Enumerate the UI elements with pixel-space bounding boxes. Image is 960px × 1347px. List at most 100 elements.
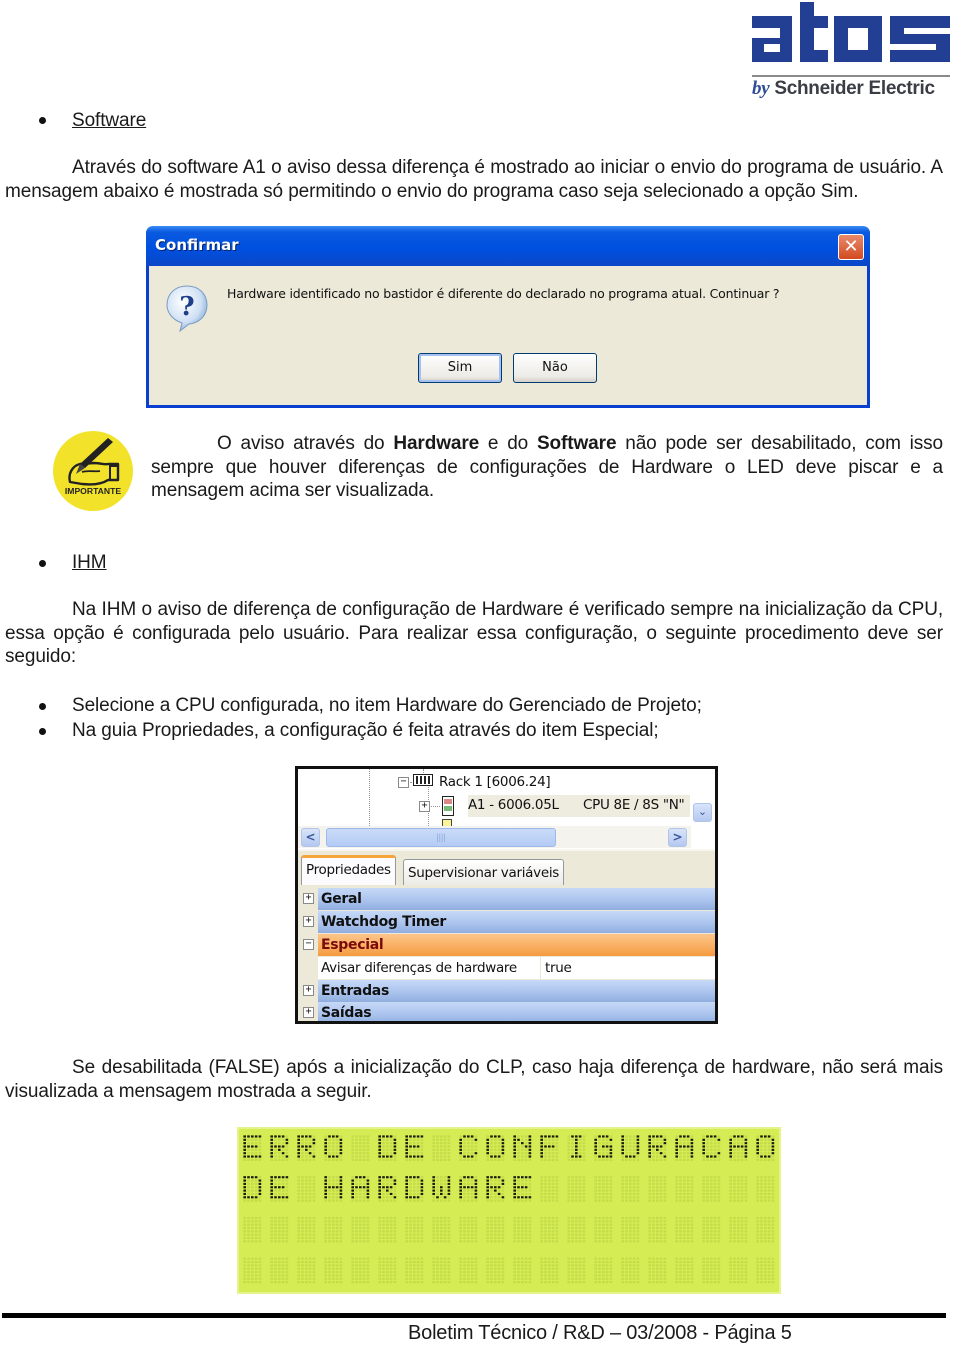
scroll-down-button[interactable]: ⌄ <box>693 803 712 822</box>
tree-item-rack[interactable]: Rack 1 [6006.24] <box>439 774 551 790</box>
logo-divider <box>752 75 950 77</box>
yes-button[interactable]: Sim <box>418 353 502 383</box>
lcd-char-cell <box>729 1257 748 1284</box>
group-label[interactable]: Saídas <box>318 1002 715 1021</box>
lcd-char-cell <box>756 1216 775 1243</box>
bullet-icon <box>39 560 46 567</box>
lcd-char-cell <box>297 1176 316 1202</box>
close-icon[interactable]: ✕ <box>838 234 864 260</box>
logo-subtitle: by Schneider Electric <box>752 78 935 100</box>
logo-by: by <box>752 78 770 99</box>
lcd-char-cell <box>540 1176 559 1202</box>
lcd-char-cell <box>675 1257 694 1284</box>
dialog-titlebar: Confirmar ✕ <box>146 226 870 266</box>
lcd-char-cell <box>270 1216 289 1243</box>
heading-text: Software <box>72 110 147 131</box>
lcd-char-cell <box>351 1257 370 1284</box>
lcd-char-cell <box>297 1257 316 1284</box>
lcd-char-cell <box>540 1257 559 1284</box>
lcd-char-cell <box>432 1135 451 1161</box>
lcd-char-cell <box>486 1135 505 1161</box>
confirm-dialog: Confirmar ✕ ? Hardware identificado no b… <box>146 226 870 408</box>
group-watchdog[interactable]: + Watchdog Timer <box>298 911 715 933</box>
collapse-icon[interactable]: − <box>398 777 409 788</box>
footer-rule <box>2 1313 946 1318</box>
expand-icon[interactable]: + <box>303 985 314 996</box>
tab-propriedades[interactable]: Propriedades <box>301 855 396 885</box>
tab-bar: Supervisionar variáveis Propriedades <box>298 849 715 885</box>
property-value[interactable]: true <box>540 957 572 979</box>
step-item: Na guia Propriedades, a configuração é f… <box>72 720 659 741</box>
scroll-left-button[interactable]: < <box>301 828 320 847</box>
lcd-char-cell <box>324 1176 343 1202</box>
bullet-icon <box>39 117 46 124</box>
no-button[interactable]: Não <box>513 353 597 383</box>
collapse-icon[interactable]: − <box>303 939 314 950</box>
logo-company: Schneider Electric <box>774 78 935 99</box>
lcd-char-cell <box>621 1135 640 1161</box>
lcd-char-cell <box>702 1216 721 1243</box>
lcd-char-cell <box>729 1176 748 1202</box>
lcd-char-cell <box>729 1216 748 1243</box>
horizontal-scrollbar[interactable]: < |||| > <box>298 826 691 848</box>
lcd-char-cell <box>324 1216 343 1243</box>
lcd-char-cell <box>324 1257 343 1284</box>
lcd-char-cell <box>486 1216 505 1243</box>
section-heading-ihm: IHM <box>72 551 107 575</box>
property-row[interactable]: Avisar diferenças de hardware true <box>298 957 715 979</box>
lcd-char-cell <box>297 1135 316 1161</box>
lcd-char-cell <box>702 1135 721 1161</box>
lcd-char-cell <box>567 1257 586 1284</box>
lcd-char-cell <box>351 1135 370 1161</box>
lcd-char-cell <box>756 1135 775 1161</box>
group-label[interactable]: Entradas <box>318 980 715 1002</box>
properties-grid: + Geral + Watchdog Timer − Especial Avis… <box>298 885 715 1021</box>
rack-icon <box>413 774 433 786</box>
heading-text: IHM <box>72 552 107 573</box>
lcd-char-cell <box>243 1257 262 1284</box>
tab-supervisionar[interactable]: Supervisionar variáveis <box>403 859 565 885</box>
lcd-char-cell <box>567 1216 586 1243</box>
group-label[interactable]: Watchdog Timer <box>318 911 715 933</box>
lcd-char-cell <box>648 1176 667 1202</box>
group-geral[interactable]: + Geral <box>298 888 715 910</box>
lcd-char-cell <box>270 1257 289 1284</box>
expand-icon[interactable]: + <box>303 1007 314 1018</box>
properties-screenshot: − Rack 1 [6006.24] + A1 - 6006.05L CPU 8… <box>295 766 718 1024</box>
scroll-right-button[interactable]: > <box>668 828 687 847</box>
group-saidas[interactable]: + Saídas <box>298 1002 715 1021</box>
lcd-char-cell <box>675 1135 694 1161</box>
scroll-thumb[interactable]: |||| <box>326 828 556 847</box>
group-especial[interactable]: − Especial <box>298 934 715 956</box>
lcd-char-cell <box>594 1176 613 1202</box>
note-bold-hardware: Hardware <box>393 433 480 454</box>
atos-logo <box>752 2 950 62</box>
expand-icon[interactable]: + <box>419 801 430 812</box>
expand-icon[interactable]: + <box>303 893 314 904</box>
group-label[interactable]: Geral <box>318 888 715 910</box>
lcd-char-cell <box>675 1216 694 1243</box>
lcd-char-cell <box>270 1135 289 1161</box>
lcd-char-cell <box>756 1257 775 1284</box>
project-tree: − Rack 1 [6006.24] + A1 - 6006.05L CPU 8… <box>298 769 715 849</box>
lcd-char-cell <box>432 1216 451 1243</box>
important-label: IMPORTANTE <box>65 486 121 496</box>
lcd-char-cell <box>405 1257 424 1284</box>
group-label[interactable]: Especial <box>318 934 715 956</box>
group-entradas[interactable]: + Entradas <box>298 980 715 1002</box>
lcd-char-cell <box>621 1176 640 1202</box>
lcd-char-cell <box>243 1135 262 1161</box>
lcd-char-cell <box>297 1216 316 1243</box>
tree-item-cpu[interactable]: A1 - 6006.05L <box>468 797 559 813</box>
question-icon: ? <box>166 285 208 332</box>
lcd-char-cell <box>702 1257 721 1284</box>
expand-icon[interactable]: + <box>303 916 314 927</box>
lcd-char-cell <box>405 1135 424 1161</box>
lcd-char-cell <box>540 1135 559 1161</box>
lcd-char-cell <box>756 1176 775 1202</box>
dialog-title: Confirmar <box>155 236 239 254</box>
lcd-char-cell <box>378 1176 397 1202</box>
lcd-char-cell <box>432 1257 451 1284</box>
lcd-char-cell <box>513 1257 532 1284</box>
tree-item-cpu-desc: CPU 8E / 8S "N" <box>583 797 685 813</box>
